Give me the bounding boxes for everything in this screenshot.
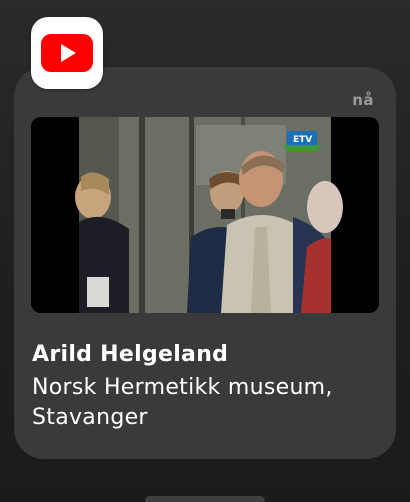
- home-indicator[interactable]: [145, 496, 265, 502]
- svg-text:ETV: ETV: [293, 135, 312, 145]
- youtube-app-icon[interactable]: [31, 17, 103, 89]
- video-thumbnail[interactable]: ETV: [31, 117, 379, 313]
- notification-card[interactable]: nå ETV Arild Helgeland Norsk Hermetikk m…: [14, 67, 396, 459]
- notification-body: Norsk Hermetikk museum, Stavanger: [32, 375, 333, 430]
- notification-time: nå: [352, 91, 374, 109]
- youtube-logo-icon: [41, 34, 93, 72]
- notification-title: Arild Helgeland: [32, 342, 229, 367]
